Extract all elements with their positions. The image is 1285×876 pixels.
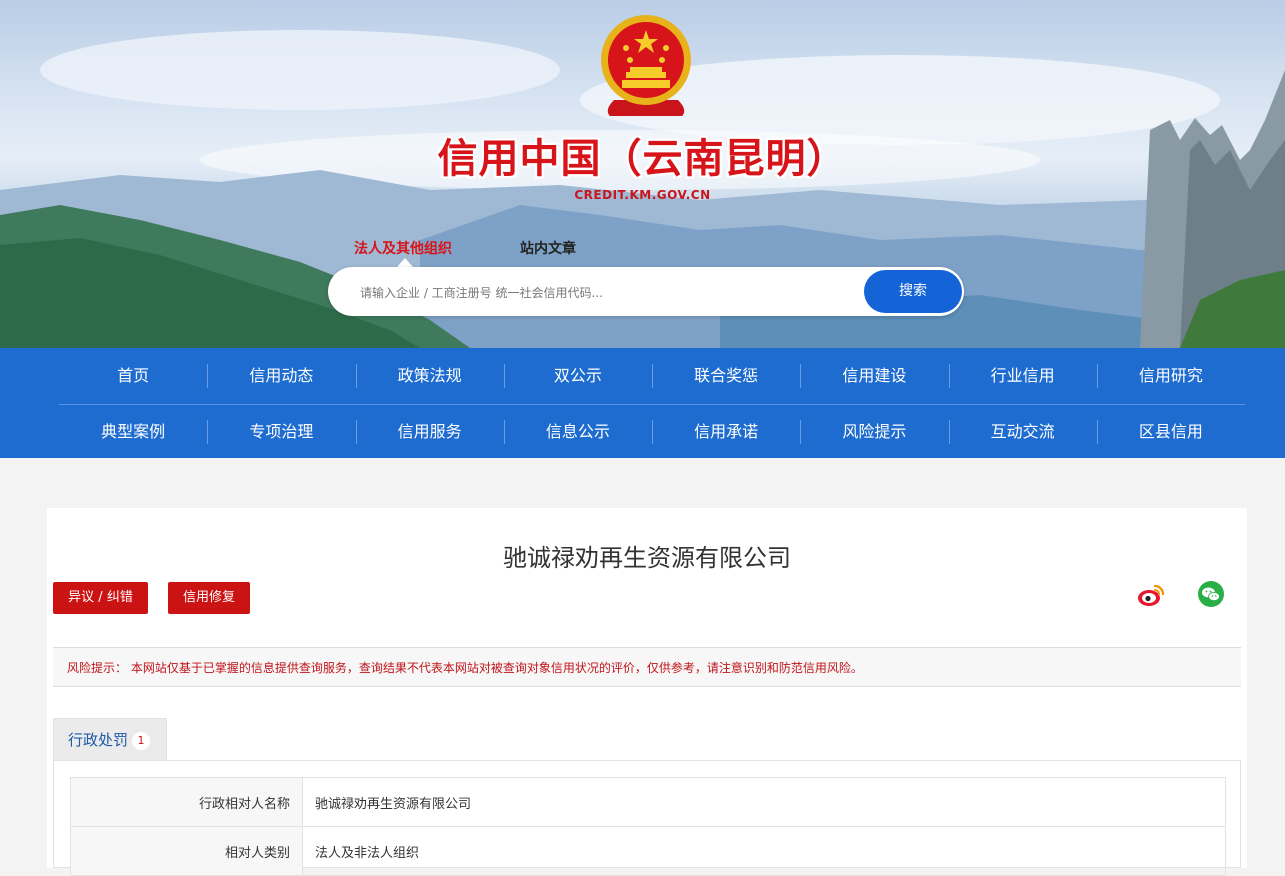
field-label: 相对人类别	[70, 826, 303, 876]
wechat-icon[interactable]	[1197, 580, 1225, 608]
main-nav: 首页 信用动态 政策法规 双公示 联合奖惩 信用建设 行业信用 信用研究 典型案…	[0, 348, 1285, 458]
nav-row-primary: 首页 信用动态 政策法规 双公示 联合奖惩 信用建设 行业信用 信用研究	[59, 348, 1245, 404]
risk-notice: 风险提示： 本网站仅基于已掌握的信息提供查询服务，查询结果不代表本网站对被查询对…	[53, 647, 1241, 687]
nav-item-credit-services[interactable]: 信用服务	[355, 404, 504, 460]
nav-item-credit-news[interactable]: 信用动态	[207, 348, 355, 404]
site-url: CREDIT.KM.GOV.CN	[574, 188, 711, 202]
active-tab-pointer	[397, 258, 413, 267]
credit-repair-button[interactable]: 信用修复	[168, 582, 250, 614]
site-title: 信用中国（云南昆明）	[437, 136, 848, 182]
table-row: 相对人类别 法人及非法人组织	[70, 826, 1226, 876]
weibo-icon[interactable]	[1137, 580, 1165, 608]
company-name-heading: 驰诚禄劝再生资源有限公司	[503, 544, 791, 572]
record-tabs: 行政处罚 1	[53, 718, 1241, 760]
search-box: 搜索	[328, 267, 964, 318]
field-value: 驰诚禄劝再生资源有限公司	[302, 777, 1226, 827]
nav-item-typical-cases[interactable]: 典型案例	[59, 404, 207, 460]
nav-item-industry-credit[interactable]: 行业信用	[948, 348, 1097, 404]
search-tab-organizations[interactable]: 法人及其他组织	[354, 238, 452, 258]
search-input[interactable]	[358, 267, 862, 318]
nav-item-home[interactable]: 首页	[59, 348, 207, 404]
nav-item-interaction[interactable]: 互动交流	[948, 404, 1097, 460]
nav-item-joint-rewards[interactable]: 联合奖惩	[652, 348, 800, 404]
nav-item-district-credit[interactable]: 区县信用	[1096, 404, 1245, 460]
tab-count-badge: 1	[132, 731, 151, 750]
penalty-panel: 行政相对人名称 驰诚禄劝再生资源有限公司 相对人类别 法人及非法人组织	[53, 760, 1241, 876]
nav-item-credit-construction[interactable]: 信用建设	[800, 348, 948, 404]
nav-item-double-publicity[interactable]: 双公示	[503, 348, 652, 404]
penalty-info-table: 行政相对人名称 驰诚禄劝再生资源有限公司 相对人类别 法人及非法人组织	[70, 777, 1226, 876]
company-detail-card: 驰诚禄劝再生资源有限公司 异议 / 纠错 信用修复 风险提示： 本网站仅基于已掌…	[47, 508, 1247, 876]
search-tab-articles[interactable]: 站内文章	[520, 238, 576, 258]
tab-label: 行政处罚	[68, 731, 129, 749]
nav-item-policies[interactable]: 政策法规	[355, 348, 504, 404]
nav-item-credit-commitment[interactable]: 信用承诺	[652, 404, 800, 460]
nav-item-risk-alerts[interactable]: 风险提示	[800, 404, 948, 460]
nav-item-special-governance[interactable]: 专项治理	[207, 404, 355, 460]
nav-row-secondary: 典型案例 专项治理 信用服务 信息公示 信用承诺 风险提示 互动交流 区县信用	[59, 404, 1245, 460]
nav-item-credit-research[interactable]: 信用研究	[1096, 348, 1245, 404]
table-row: 行政相对人名称 驰诚禄劝再生资源有限公司	[70, 777, 1226, 827]
field-label: 行政相对人名称	[70, 777, 303, 827]
search-button[interactable]: 搜索	[864, 270, 962, 313]
nav-item-info-publicity[interactable]: 信息公示	[503, 404, 652, 460]
header-banner: 信用中国（云南昆明） CREDIT.KM.GOV.CN 法人及其他组织 站内文章…	[0, 0, 1285, 348]
tab-administrative-penalty[interactable]: 行政处罚 1	[53, 718, 167, 760]
objection-button[interactable]: 异议 / 纠错	[53, 582, 148, 614]
national-emblem-icon	[601, 15, 691, 116]
field-value: 法人及非法人组织	[302, 826, 1226, 876]
